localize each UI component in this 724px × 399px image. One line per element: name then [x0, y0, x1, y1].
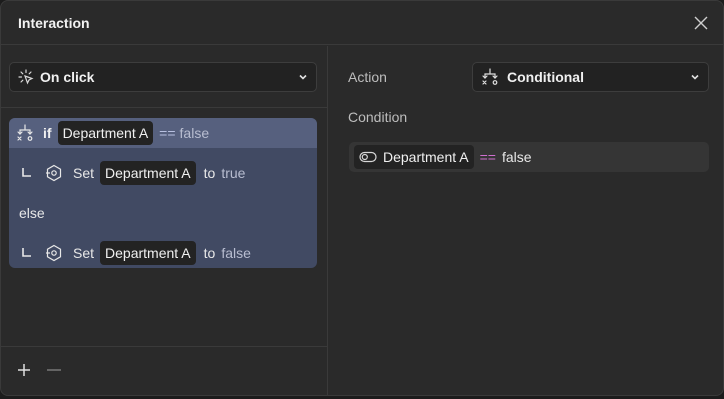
action-label: Action: [348, 69, 387, 85]
trigger-dropdown[interactable]: On click: [9, 62, 317, 92]
divider: [1, 107, 327, 108]
branch-connector-icon: [22, 168, 31, 177]
interaction-list-panel: On click if Department A == false Set De…: [1, 46, 328, 395]
plus-icon: [18, 364, 30, 376]
branch-connector-icon: [22, 248, 31, 257]
remove-interaction-button[interactable]: [45, 361, 63, 379]
set-value: false: [221, 245, 251, 261]
set-row-false[interactable]: Set Department A to false: [9, 238, 317, 268]
condition-operator: ==: [479, 149, 496, 165]
click-icon: [18, 69, 34, 85]
if-keyword: if: [43, 125, 52, 141]
action-selected-label: Conditional: [507, 69, 584, 85]
else-keyword: else: [19, 205, 45, 221]
add-interaction-button[interactable]: [15, 361, 33, 379]
if-row[interactable]: if Department A == false: [9, 118, 317, 148]
variable-chip[interactable]: Department A: [100, 161, 196, 185]
divider: [1, 346, 327, 347]
dialog-titlebar: Interaction: [1, 1, 723, 45]
chevron-down-icon: [691, 74, 699, 80]
variable-chip[interactable]: Department A: [57, 121, 154, 145]
trigger-label: On click: [40, 69, 95, 85]
variable-chip[interactable]: Department A: [354, 145, 474, 169]
close-icon: [694, 16, 708, 29]
to-keyword: to: [203, 165, 216, 181]
variable-chip[interactable]: Department A: [100, 241, 196, 265]
condition-variable: Department A: [383, 149, 469, 165]
set-keyword: Set: [73, 165, 95, 181]
set-row-true[interactable]: Set Department A to true: [9, 158, 317, 188]
set-variable-icon: [46, 244, 62, 262]
set-variable-icon: [46, 164, 62, 182]
conditional-icon: [17, 124, 33, 141]
else-row[interactable]: else: [9, 198, 317, 228]
minus-icon: [47, 369, 61, 371]
dialog-title: Interaction: [18, 14, 90, 31]
condition-value[interactable]: false: [502, 149, 532, 165]
conditional-icon: [482, 68, 498, 85]
operator: ==: [159, 125, 176, 141]
toggle-icon: [359, 151, 377, 163]
chevron-down-icon: [299, 74, 307, 80]
action-dropdown[interactable]: Conditional: [472, 62, 709, 92]
if-value: false: [179, 125, 210, 141]
close-button[interactable]: [691, 13, 711, 33]
condition-label: Condition: [348, 109, 408, 125]
set-keyword: Set: [73, 245, 95, 261]
condition-expression[interactable]: Department A == false: [349, 142, 709, 172]
set-value: true: [221, 165, 246, 181]
interaction-dialog: Interaction On click if Department A == …: [0, 0, 724, 396]
conditional-logic-block[interactable]: if Department A == false Set Department …: [9, 118, 317, 268]
to-keyword: to: [203, 245, 216, 261]
interaction-detail-panel: Action Conditional Condition Department …: [329, 46, 723, 395]
